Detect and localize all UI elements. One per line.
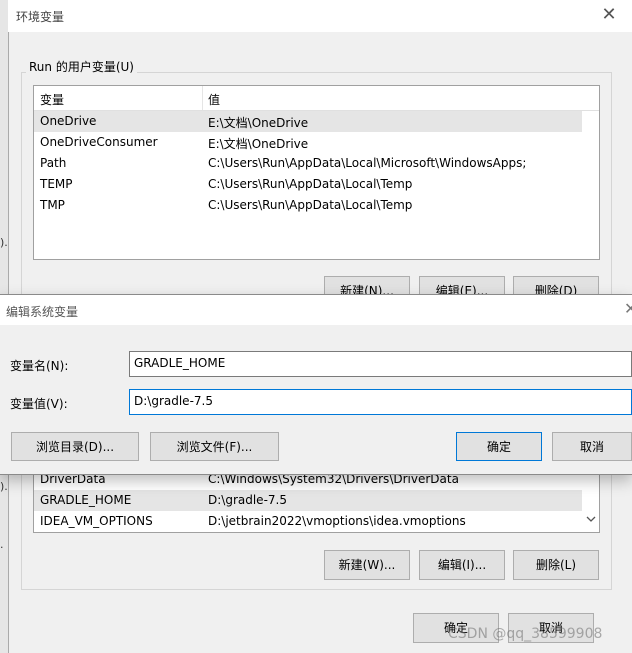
edit-cancel-button[interactable]: 取消 [552, 432, 632, 461]
column-header-value[interactable]: 值 [208, 91, 220, 108]
user-variables-table[interactable]: 变量 值 OneDrive E:\文档\OneDrive OneDriveCon… [33, 85, 600, 260]
background-text: ). [0, 236, 8, 249]
system-edit-button[interactable]: 编辑(I)... [419, 550, 505, 580]
column-header-name[interactable]: 变量 [40, 91, 64, 108]
variable-value-label: 变量值(V): [10, 397, 68, 411]
edit-ok-button[interactable]: 确定 [456, 432, 542, 461]
user-variables-label: Run 的用户变量(U) [26, 58, 137, 75]
close-icon[interactable]: ✕ [598, 5, 620, 25]
edit-dialog-titlebar: 编辑系统变量 ✕ [0, 295, 632, 325]
close-icon[interactable]: ✕ [624, 299, 632, 318]
system-delete-button[interactable]: 删除(L) [513, 550, 599, 580]
variable-name: TEMP [40, 177, 73, 191]
edit-dialog-title: 编辑系统变量 [6, 305, 79, 319]
watermark: CSDN @qq_38599908 [448, 626, 603, 642]
variable-value: C:\Users\Run\AppData\Local\Temp [208, 198, 413, 212]
background-text: ). [0, 480, 8, 493]
variable-name: OneDrive [40, 114, 97, 128]
variable-value: E:\文档\OneDrive [208, 116, 309, 130]
variable-name: GRADLE_HOME [40, 493, 132, 507]
variable-value: C:\Users\Run\AppData\Local\Microsoft\Win… [208, 156, 527, 170]
variable-name-field[interactable]: GRADLE_HOME [129, 351, 632, 377]
variable-value: E:\文档\OneDrive [208, 137, 309, 151]
edit-system-variable-dialog: 编辑系统变量 ✕ 变量名(N): GRADLE_HOME 变量值(V): D:\… [0, 294, 632, 475]
chevron-down-icon[interactable] [583, 509, 599, 531]
table-row[interactable]: OneDrive E:\文档\OneDrive [34, 111, 582, 132]
browse-file-button[interactable]: 浏览文件(F)... [150, 432, 279, 461]
variable-name: IDEA_VM_OPTIONS [40, 514, 153, 528]
env-dialog-titlebar [8, 0, 632, 32]
variable-name-label: 变量名(N): [10, 359, 69, 373]
system-new-button[interactable]: 新建(W)... [324, 550, 410, 580]
variable-value: D:\gradle-7.5 [208, 493, 287, 507]
table-header: 变量 值 [34, 86, 599, 111]
variable-value: C:\Users\Run\AppData\Local\Temp [208, 177, 413, 191]
table-row[interactable]: TMP C:\Users\Run\AppData\Local\Temp [34, 195, 599, 216]
variable-value-field[interactable]: D:\gradle-7.5 [129, 389, 632, 415]
background-text: . [0, 538, 4, 551]
variable-value: D:\jetbrain2022\vmoptions\idea.vmoptions [208, 514, 466, 528]
variable-name: Path [40, 156, 67, 170]
variable-name: TMP [40, 198, 65, 212]
table-row[interactable]: OneDriveConsumer E:\文档\OneDrive [34, 132, 599, 153]
scrollbar[interactable] [583, 509, 599, 531]
column-divider [202, 86, 203, 110]
table-row[interactable]: GRADLE_HOME D:\gradle-7.5 [34, 490, 582, 511]
env-dialog-title: 环境变量 [16, 10, 65, 24]
table-row[interactable]: TEMP C:\Users\Run\AppData\Local\Temp [34, 174, 599, 195]
table-row[interactable]: IDEA_VM_OPTIONS D:\jetbrain2022\vmoption… [34, 511, 599, 532]
variable-name: OneDriveConsumer [40, 135, 158, 149]
browse-directory-button[interactable]: 浏览目录(D)... [11, 432, 139, 461]
table-row[interactable]: Path C:\Users\Run\AppData\Local\Microsof… [34, 153, 599, 174]
